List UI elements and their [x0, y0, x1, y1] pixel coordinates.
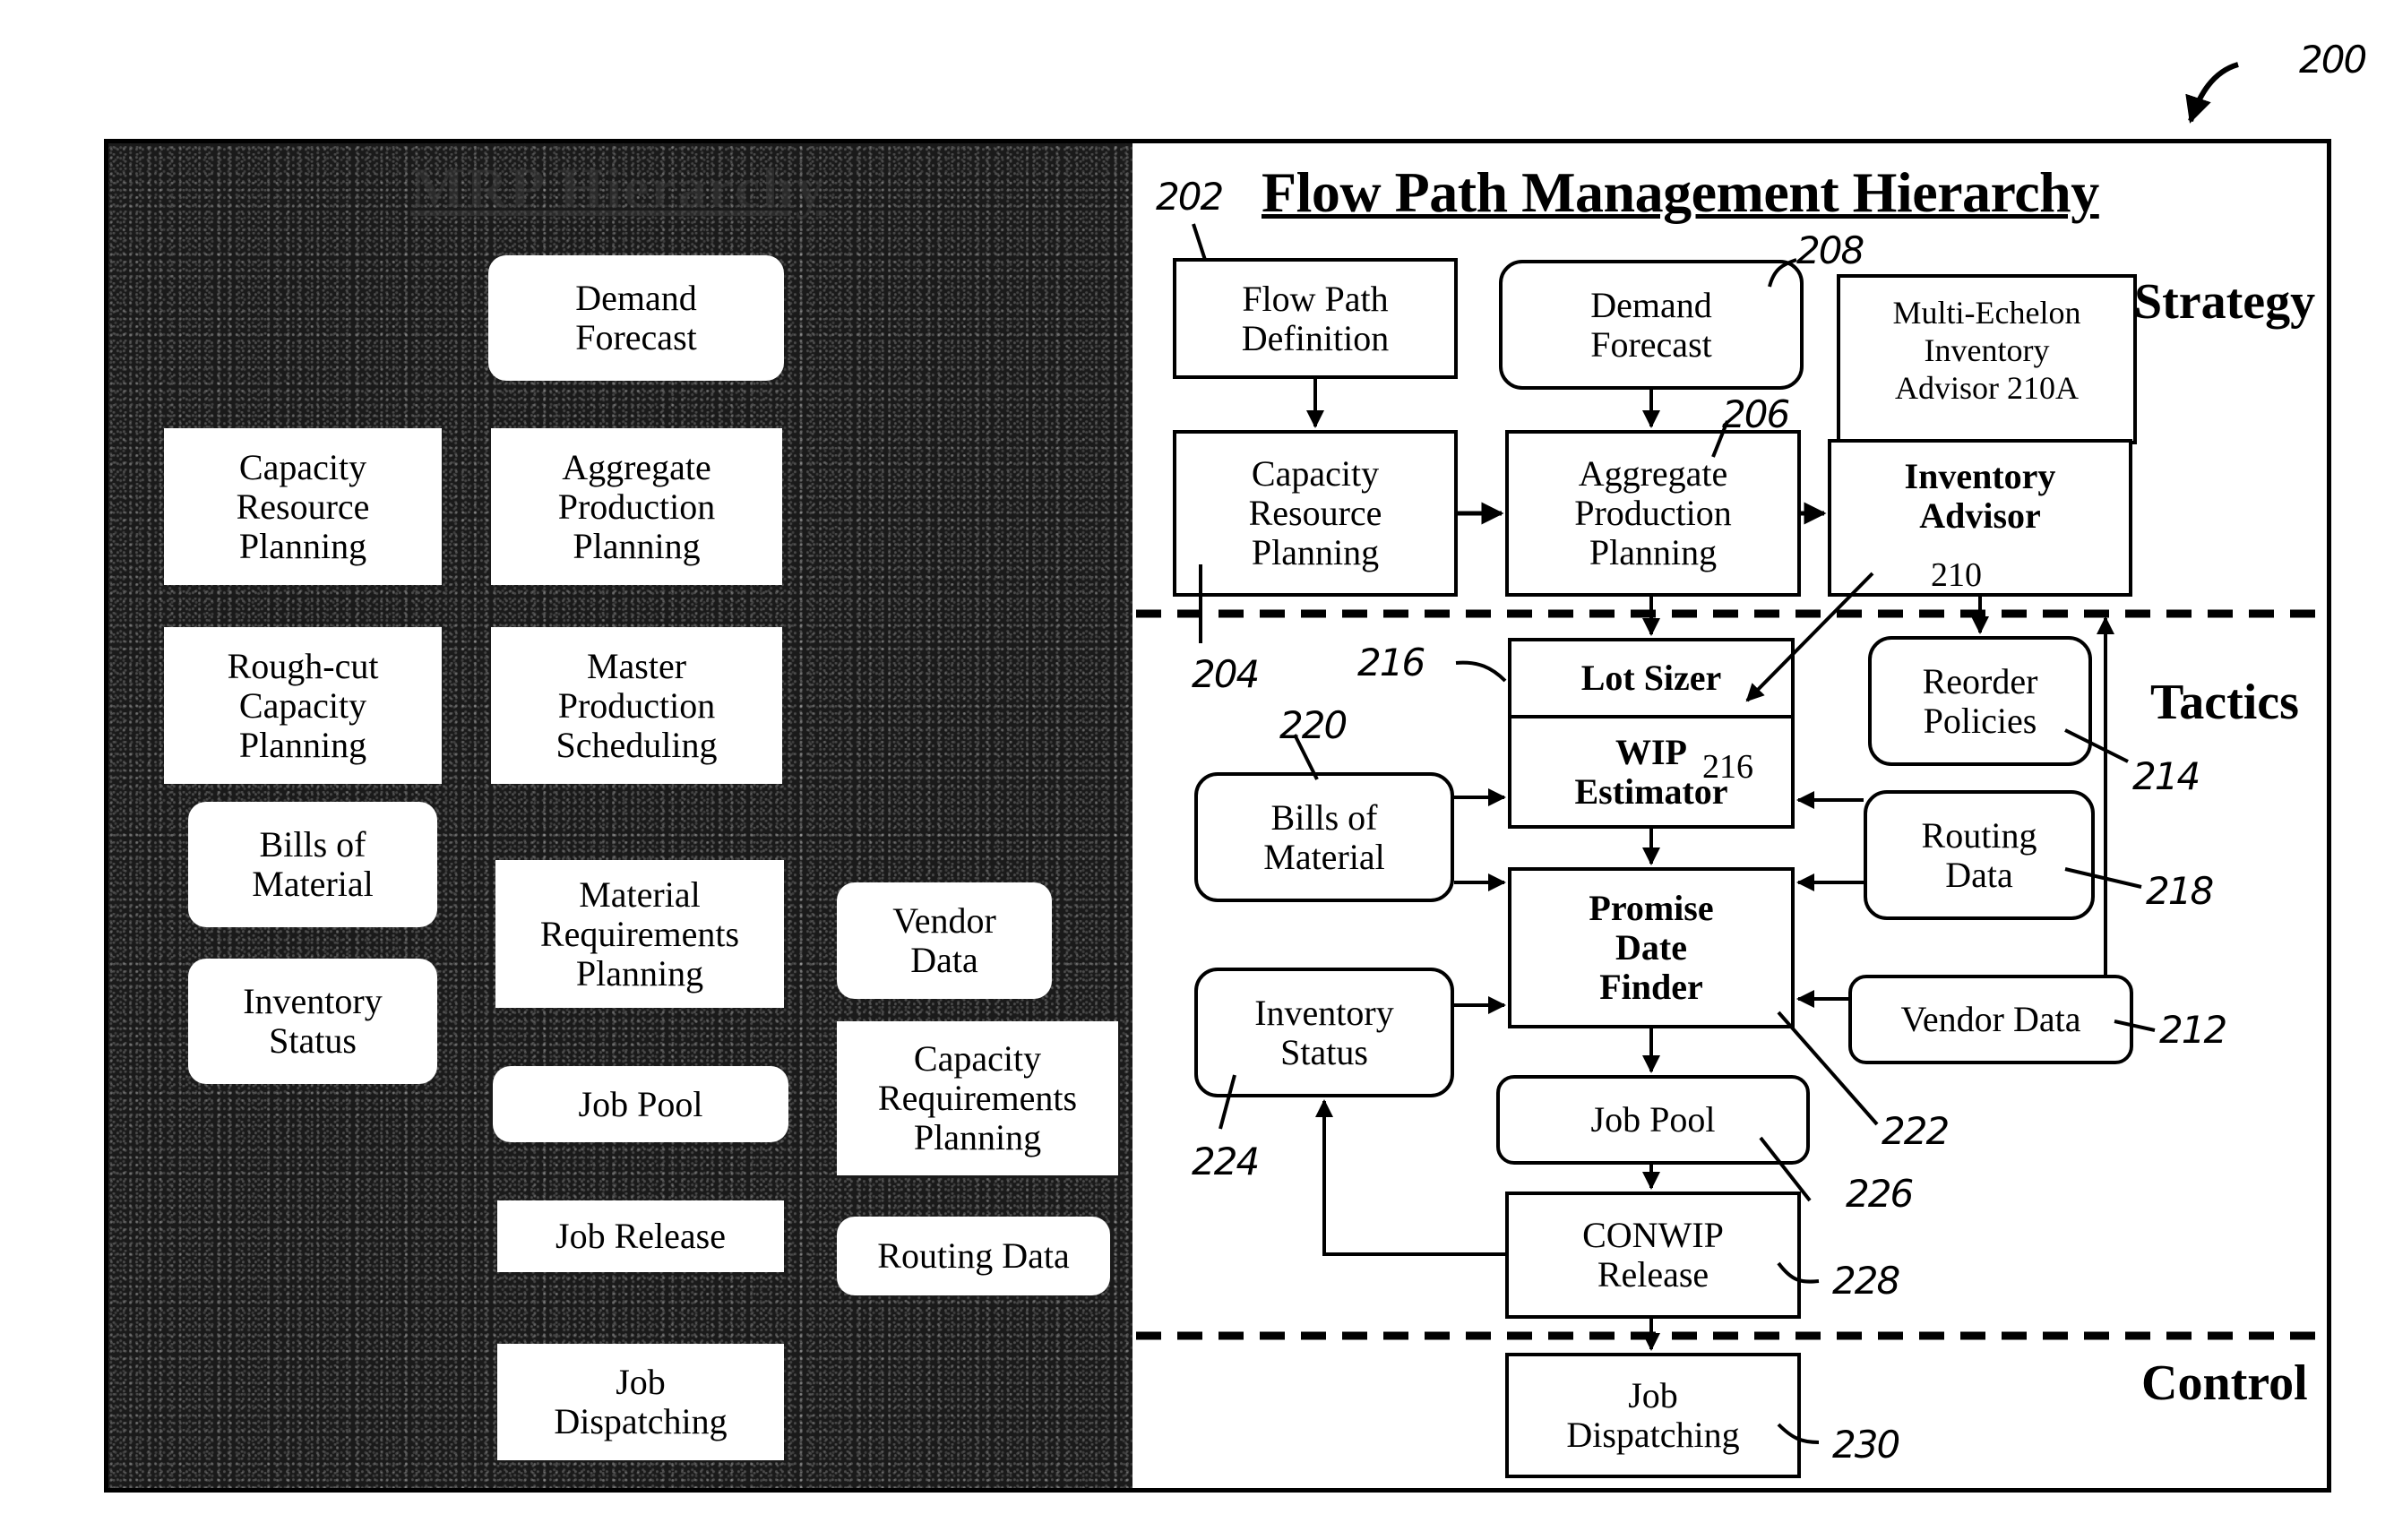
ref-200: 200 — [2299, 38, 2367, 82]
capacity-resource-planning-box: Capacity Resource Planning — [1173, 430, 1458, 597]
flow-path-management-title: Flow Path Management Hierarchy — [1262, 160, 2099, 224]
ref-224: 224 — [1192, 1140, 1260, 1183]
tier-strategy-label: Strategy — [2134, 274, 2316, 330]
ref-230: 230 — [1832, 1423, 1900, 1467]
ref-222: 222 — [1882, 1109, 1950, 1153]
ref-216: 216 — [1357, 641, 1425, 684]
tier-control-label: Control — [2141, 1355, 2308, 1411]
reorder-policies-box: Reorder Policies — [1868, 636, 2092, 766]
job-pool-box: Job Pool — [1496, 1075, 1810, 1165]
lot-sizer-box: Lot Sizer — [1508, 638, 1795, 718]
inventory-advisor-ref: 210 — [1931, 556, 1982, 594]
ref-218: 218 — [2146, 869, 2214, 913]
figure-ref-arrow — [2185, 62, 2239, 124]
job-dispatching-box: Job Dispatching — [1505, 1353, 1801, 1478]
vendor-data-box: Vendor Data — [1848, 975, 2133, 1064]
ref-228: 228 — [1832, 1259, 1900, 1303]
ref-226: 226 — [1846, 1172, 1914, 1216]
ref-208: 208 — [1796, 228, 1864, 272]
ref-220: 220 — [1279, 703, 1348, 747]
ref-206: 206 — [1722, 392, 1790, 436]
demand-forecast-box: Demand Forecast — [1499, 260, 1804, 390]
inventory-advisor-label: Inventory Advisor — [1904, 456, 2056, 536]
ref-202: 202 — [1156, 175, 1224, 219]
ref-204: 204 — [1192, 652, 1260, 696]
conwip-release-box: CONWIP Release — [1505, 1192, 1801, 1319]
aggregate-production-planning-box: Aggregate Production Planning — [1505, 430, 1801, 597]
routing-data-box: Routing Data — [1864, 790, 2095, 920]
flow-path-definition-box: Flow Path Definition — [1173, 258, 1458, 379]
bills-of-material-box: Bills of Material — [1194, 772, 1454, 902]
tier-tactics-label: Tactics — [2150, 675, 2299, 730]
inventory-status-box: Inventory Status — [1194, 968, 1454, 1097]
ref-214: 214 — [2132, 754, 2200, 798]
multi-echelon-inventory-advisor-box: Multi-Echelon Inventory Advisor 210A — [1837, 274, 2137, 444]
ref-212: 212 — [2159, 1008, 2227, 1052]
promise-date-finder-box: Promise Date Finder — [1508, 867, 1795, 1028]
wip-estimator-ref: 216 — [1702, 748, 1753, 786]
